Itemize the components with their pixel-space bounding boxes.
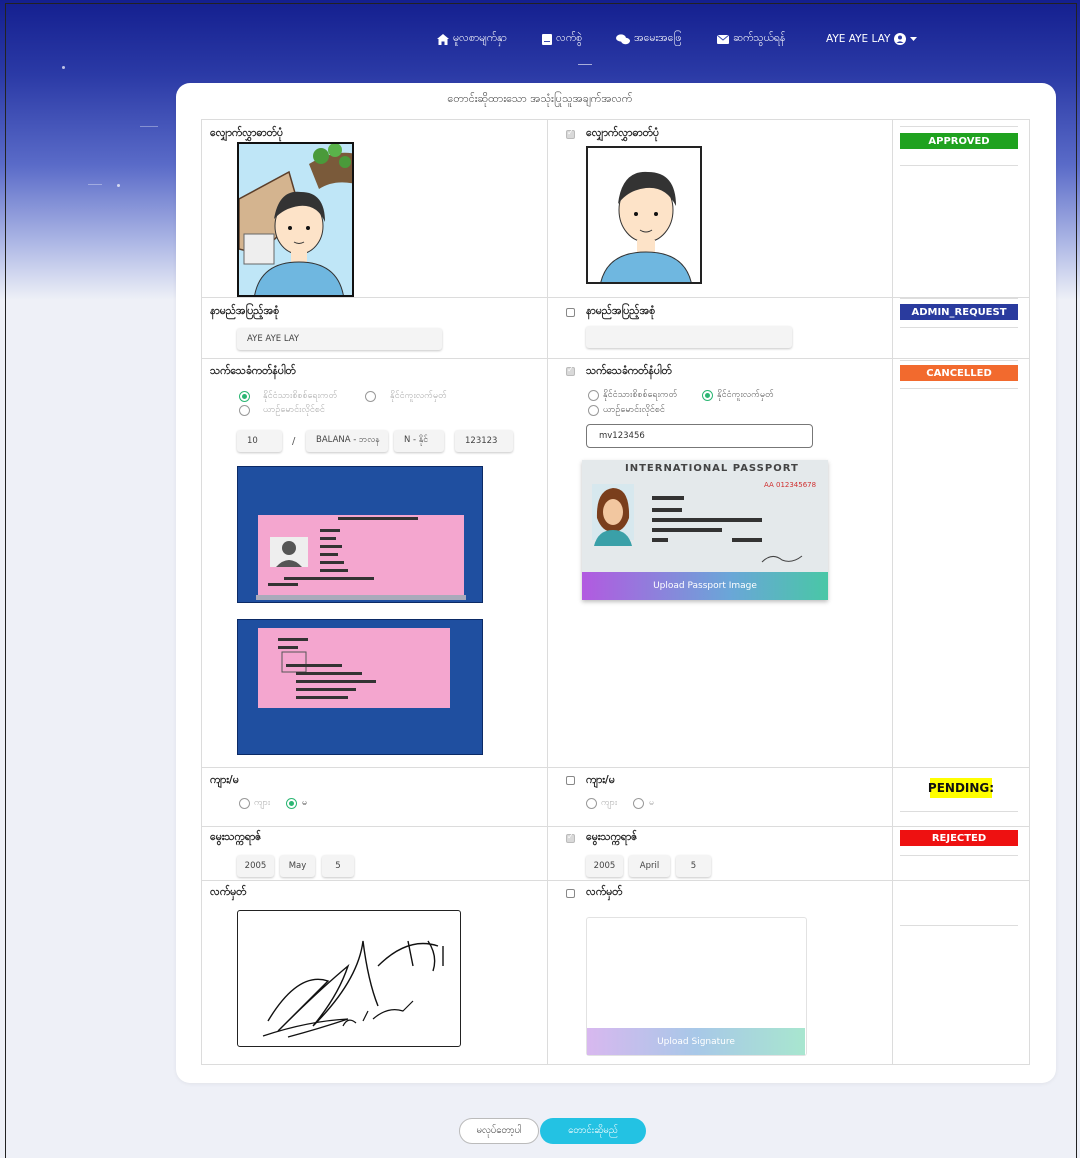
nav-contact[interactable]: ဆက်သွယ်ရန် bbox=[717, 28, 785, 50]
name-status-badge: ADMIN_REQUEST bbox=[900, 304, 1018, 320]
nrc-type-select[interactable]: N - နိုင် bbox=[394, 430, 444, 452]
current-photo bbox=[237, 142, 354, 297]
passport-number-text: AA 012345678 bbox=[764, 481, 817, 489]
nrc-radio-driver[interactable] bbox=[239, 405, 250, 416]
nrc-option-citizen: နိုင်ငံသားစိစစ်ရေးကတ် bbox=[263, 391, 338, 401]
new-gender-radio-male[interactable] bbox=[586, 798, 597, 809]
nav-home[interactable]: မူလစာမျက်နှာ bbox=[437, 28, 507, 50]
nrc-slash: / bbox=[292, 436, 296, 447]
nav-user-menu[interactable]: AYE AYE LAY bbox=[826, 28, 918, 50]
nav-faq-label: အမေးအဖြေ bbox=[634, 31, 682, 44]
decorative-dot bbox=[62, 66, 65, 69]
new-gender-option-female: မ bbox=[649, 798, 655, 808]
nav-contact-label: ဆက်သွယ်ရန် bbox=[733, 31, 786, 44]
comments-icon bbox=[616, 33, 630, 44]
nrc-option-driver: ယာဉ်မောင်းလိုင်စင် bbox=[263, 405, 325, 415]
submit-request-button[interactable]: တောင်းဆိုမည် bbox=[540, 1118, 646, 1144]
nav-faq[interactable]: အမေးအဖြေ bbox=[616, 28, 681, 50]
new-dob-day-select[interactable]: 5 bbox=[676, 855, 711, 877]
new-nrc-option-passport: နိုင်ငံကူးလက်မှတ် bbox=[717, 390, 774, 400]
current-name-field: AYE AYE LAY bbox=[237, 328, 442, 350]
nrc-radio-passport[interactable] bbox=[365, 391, 376, 402]
new-gender-option-male: ကျား bbox=[601, 798, 618, 808]
nrc-label-new: သက်သေခံကတ်နံပါတ် bbox=[586, 365, 672, 377]
nav-register[interactable]: လက်စွဲ bbox=[542, 28, 582, 50]
new-gender-radio-female[interactable] bbox=[633, 798, 644, 809]
home-icon bbox=[437, 33, 449, 45]
gender-label: ကျား/မ bbox=[210, 774, 239, 786]
nrc-radio-citizen[interactable] bbox=[239, 391, 250, 402]
gender-label-new: ကျား/မ bbox=[586, 774, 615, 786]
dob-day-select[interactable]: 5 bbox=[322, 855, 354, 877]
decorative-line bbox=[140, 126, 158, 127]
nrc-checkbox[interactable] bbox=[566, 365, 575, 376]
new-photo[interactable] bbox=[586, 146, 702, 284]
decorative-line bbox=[88, 184, 102, 185]
new-nrc-option-driver: ယာဉ်မောင်းလိုင်စင် bbox=[603, 405, 665, 415]
nrc-township-select[interactable]: BALANA - ဘလန bbox=[306, 430, 388, 452]
photo-label-new: လျှောက်လွှာဓာတ်ပုံ bbox=[586, 127, 659, 139]
new-dob-month-select[interactable]: April bbox=[629, 855, 670, 877]
new-nrc-radio-citizen[interactable] bbox=[588, 390, 599, 401]
caret-down-icon bbox=[910, 36, 918, 41]
current-signature-image bbox=[237, 910, 461, 1047]
name-label: နာမည်အပြည့်အစုံ bbox=[210, 305, 279, 317]
book-icon bbox=[542, 33, 552, 45]
dob-label-new: မွေးသက္ကရာဇ် bbox=[586, 831, 638, 843]
nav-user-label: AYE AYE LAY bbox=[826, 33, 891, 45]
dob-label: မွေးသက္ကရာဇ် bbox=[210, 831, 262, 843]
decorative-dot bbox=[117, 184, 120, 187]
card-title: တောင်းဆိုထားသော အသုံးပြုသူအချက်အလက် bbox=[447, 92, 633, 105]
signature-checkbox[interactable] bbox=[566, 889, 575, 898]
signature-label-new: လက်မှတ် bbox=[586, 886, 623, 898]
upload-passport-button[interactable]: Upload Passport Image bbox=[582, 572, 828, 600]
new-nrc-option-citizen: နိုင်ငံသားစိစစ်ရေးကတ် bbox=[603, 390, 678, 400]
dob-year-select[interactable]: 2005 bbox=[237, 855, 274, 877]
nrc-front-image bbox=[237, 466, 483, 603]
gender-radio-female[interactable] bbox=[286, 798, 297, 809]
gender-option-male: ကျား bbox=[254, 798, 271, 808]
top-navbar: မူလစာမျက်နှာ လက်စွဲ အမေးအဖြေ ဆက်သွယ်ရန် … bbox=[0, 28, 1080, 50]
signature-label: လက်မှတ် bbox=[210, 886, 247, 898]
photo-checkbox[interactable] bbox=[566, 128, 575, 139]
envelope-icon bbox=[717, 34, 729, 44]
dob-checkbox[interactable] bbox=[566, 832, 575, 843]
upload-signature-button[interactable]: Upload Signature bbox=[587, 1028, 805, 1055]
passport-title-text: INTERNATIONAL PASSPORT bbox=[625, 463, 799, 474]
gender-option-female: မ bbox=[302, 798, 308, 808]
new-nrc-radio-passport[interactable] bbox=[702, 390, 713, 401]
gender-status-badge: PENDING: bbox=[928, 778, 994, 798]
new-name-field[interactable] bbox=[586, 326, 792, 348]
gender-checkbox[interactable] bbox=[566, 776, 575, 785]
nrc-option-passport: နိုင်ငံကူးလက်မှတ် bbox=[390, 391, 447, 401]
nav-home-label: မူလစာမျက်နှာ bbox=[453, 31, 507, 44]
photo-status-badge: APPROVED bbox=[900, 133, 1018, 149]
passport-number-input[interactable]: mv123456 bbox=[586, 424, 813, 448]
gender-radio-male[interactable] bbox=[239, 798, 250, 809]
nrc-back-image bbox=[237, 619, 483, 755]
name-label-new: နာမည်အပြည့်အစုံ bbox=[586, 305, 655, 317]
nrc-state-select[interactable]: 10 bbox=[237, 430, 282, 452]
user-circle-icon bbox=[894, 33, 907, 45]
new-nrc-radio-driver[interactable] bbox=[588, 405, 599, 416]
nrc-label: သက်သေခံကတ်နံပါတ် bbox=[210, 365, 296, 377]
cancel-button[interactable]: မလုပ်တော့ပါ bbox=[459, 1118, 539, 1144]
nrc-status-badge: CANCELLED bbox=[900, 365, 1018, 381]
dob-status-badge: REJECTED bbox=[900, 830, 1018, 846]
photo-label: လျှောက်လွှာဓာတ်ပုံ bbox=[210, 127, 283, 139]
nav-active-indicator bbox=[578, 64, 592, 65]
dob-month-select[interactable]: May bbox=[280, 855, 315, 877]
name-checkbox[interactable] bbox=[566, 308, 575, 317]
nav-register-label: လက်စွဲ bbox=[556, 31, 583, 44]
nrc-number-field[interactable]: 123123 bbox=[455, 430, 513, 452]
new-dob-year-select[interactable]: 2005 bbox=[586, 855, 623, 877]
